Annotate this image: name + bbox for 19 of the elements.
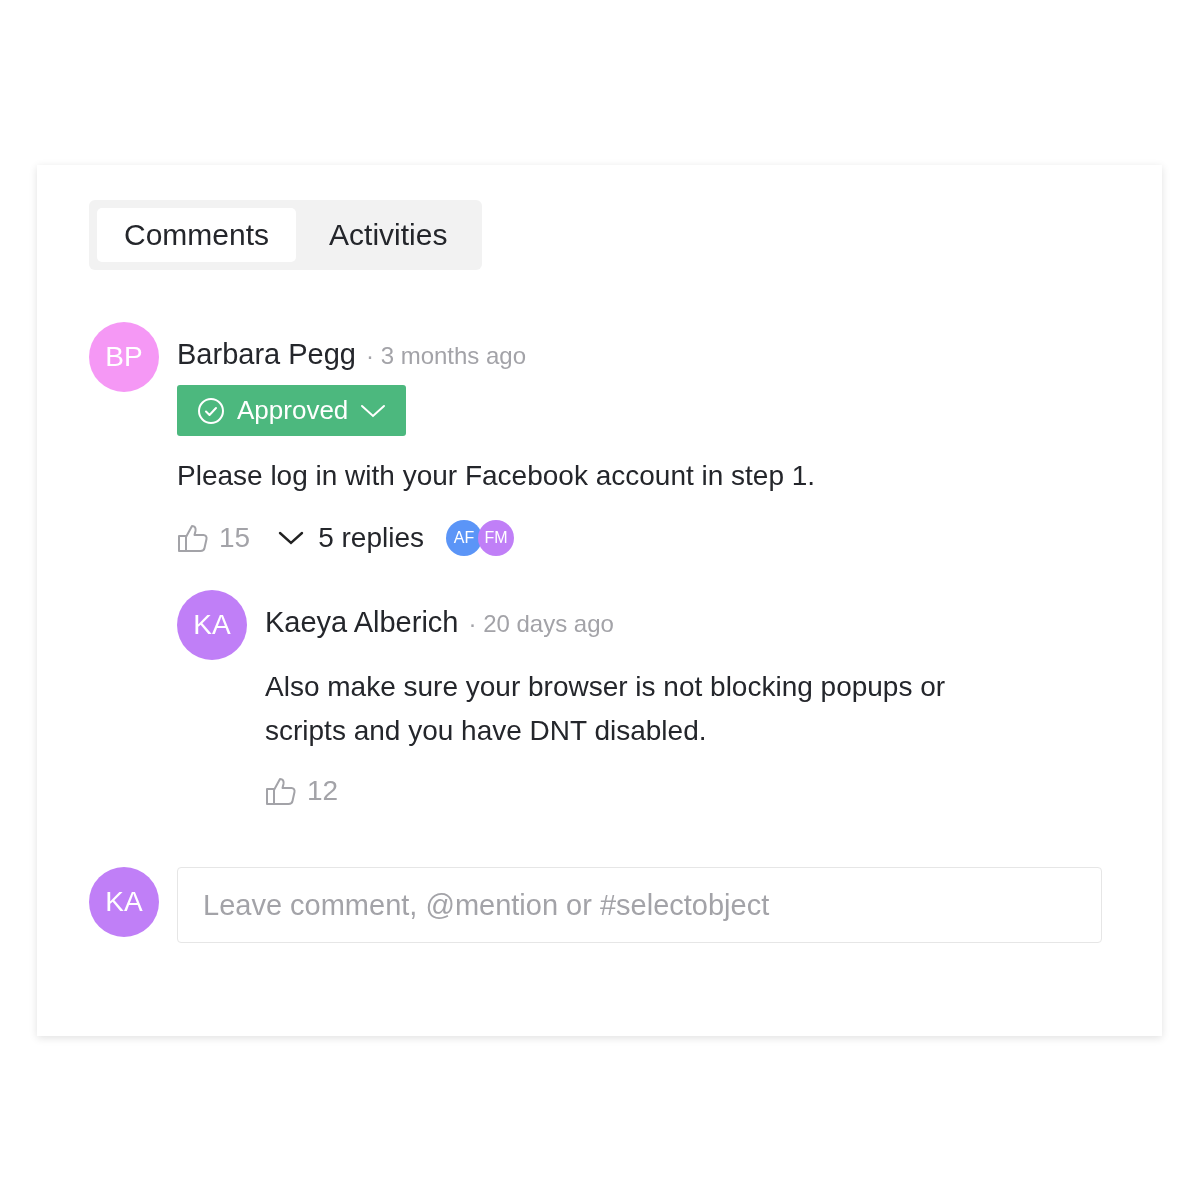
comment-text: Also make sure your browser is not blocking popups or scripts and you have DNT disabled. xyxy=(265,670,947,748)
thumbs-up-icon xyxy=(265,776,297,806)
check-circle-icon xyxy=(197,396,225,425)
caret-icon xyxy=(360,402,387,419)
avatar: KA xyxy=(89,867,159,937)
avatar: FM xyxy=(478,520,514,556)
timestamp: · 3 months ago xyxy=(365,342,527,370)
avatar: BP xyxy=(89,322,159,392)
tab[interactable]: Comments xyxy=(97,208,297,262)
author-name: Barbara Pegg xyxy=(177,338,356,371)
avatar: AF xyxy=(446,520,482,556)
thumbs-up-icon xyxy=(177,523,209,553)
author-name: Kaeya Alberich xyxy=(265,606,459,639)
timestamp: · 20 days ago xyxy=(468,610,614,638)
tab[interactable]: Activities xyxy=(302,208,475,262)
avatar: KA xyxy=(177,590,247,660)
replies-toggle[interactable]: 5 replies xyxy=(278,522,424,554)
comment-text: Please log in with your Facebook account in step 1. xyxy=(177,459,817,493)
comment-input[interactable]: Leave comment, @mention or #selectobject xyxy=(177,867,1102,943)
